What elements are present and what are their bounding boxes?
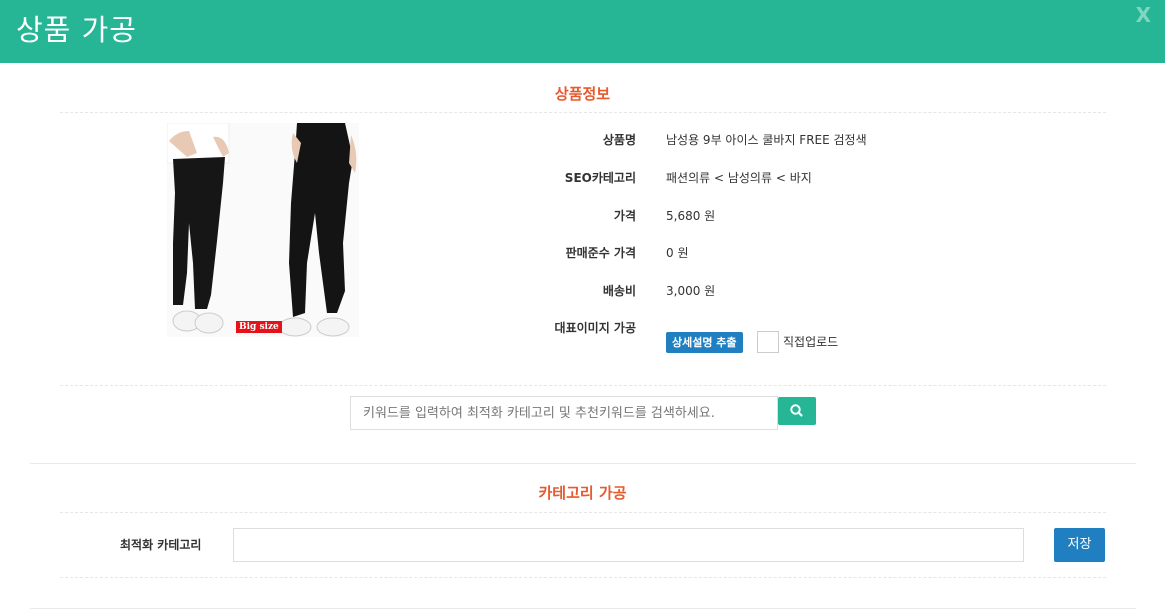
section-separator bbox=[30, 463, 1136, 464]
label-price: 가격 bbox=[613, 209, 636, 223]
value-product-name: 남성용 9부 아이스 쿨바지 FREE 검정색 bbox=[666, 133, 867, 147]
optimized-category-label: 최적화 카테고리 bbox=[120, 538, 202, 552]
close-button[interactable]: X bbox=[1136, 3, 1151, 27]
section-separator bbox=[30, 608, 1136, 609]
value-seo-category: 패션의류 < 남성의류 < 바지 bbox=[666, 171, 812, 185]
label-shipping-fee: 배송비 bbox=[602, 284, 636, 298]
label-compliance-price: 판매준수 가격 bbox=[565, 246, 636, 260]
direct-upload-checkbox[interactable] bbox=[757, 331, 779, 353]
product-image: Big size bbox=[167, 123, 359, 337]
save-button[interactable]: 저장 bbox=[1054, 528, 1105, 562]
label-main-image-processing: 대표이미지 가공 bbox=[554, 321, 636, 335]
value-price: 5,680 원 bbox=[666, 209, 716, 223]
search-button[interactable] bbox=[778, 397, 816, 425]
value-shipping-fee: 3,000 원 bbox=[666, 284, 716, 298]
divider bbox=[60, 385, 1106, 386]
optimized-category-input[interactable] bbox=[233, 528, 1024, 562]
search-icon bbox=[790, 404, 803, 417]
divider bbox=[60, 112, 1106, 113]
keyword-search-input[interactable] bbox=[350, 396, 778, 430]
modal-title: 상품 가공 bbox=[16, 13, 137, 47]
value-compliance-price: 0 원 bbox=[666, 246, 689, 260]
category-processing-title: 카테고리 가공 bbox=[538, 484, 627, 502]
modal-header: 상품 가공 X bbox=[0, 0, 1165, 63]
direct-upload-label: 직접업로드 bbox=[783, 335, 839, 349]
extract-description-button[interactable]: 상세설명 추출 bbox=[666, 332, 743, 353]
big-size-badge: Big size bbox=[236, 321, 282, 333]
divider bbox=[60, 577, 1106, 578]
pants-photo bbox=[167, 123, 357, 337]
divider bbox=[60, 512, 1106, 513]
label-seo-category: SEO카테고리 bbox=[564, 171, 636, 185]
product-info-title: 상품정보 bbox=[554, 85, 611, 103]
label-product-name: 상품명 bbox=[602, 133, 636, 147]
